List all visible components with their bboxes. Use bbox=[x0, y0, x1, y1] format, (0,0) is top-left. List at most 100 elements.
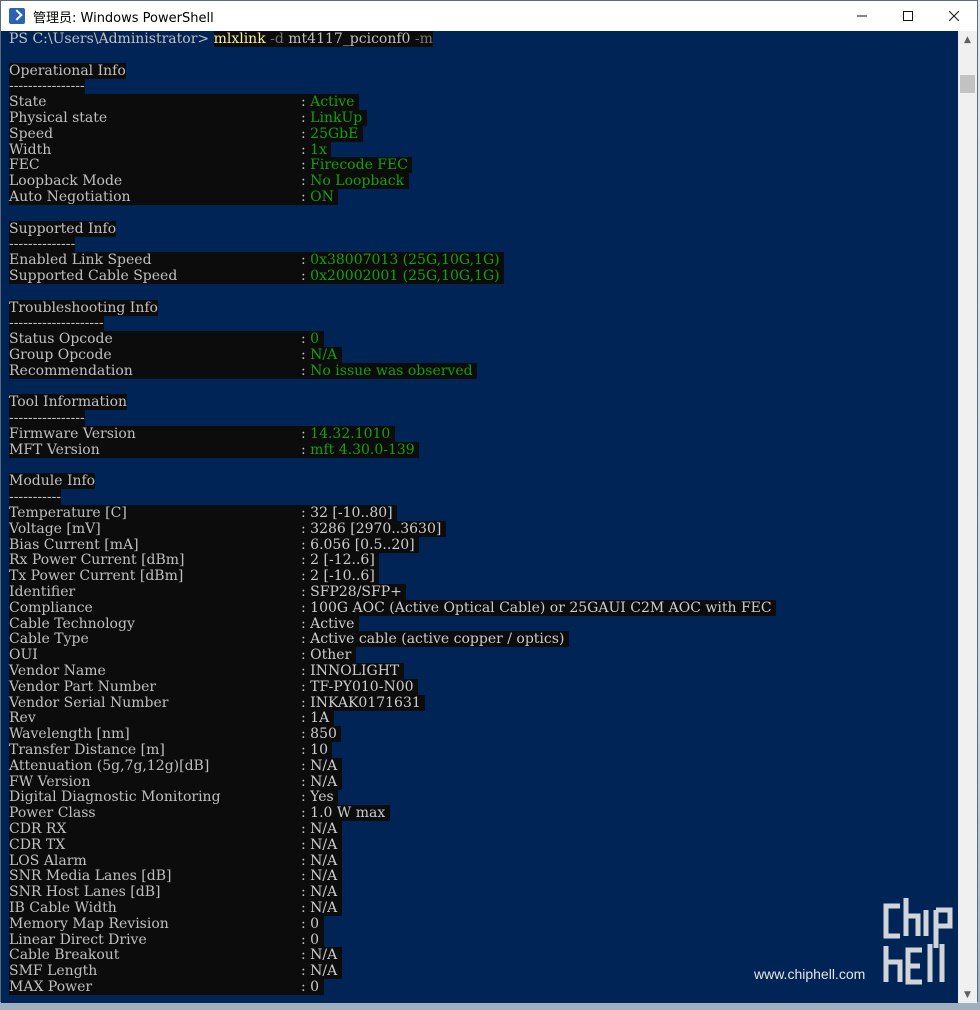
info-row: Status Opcode: 0 bbox=[9, 331, 324, 347]
info-separator: : bbox=[301, 663, 311, 679]
info-label: CDR RX bbox=[9, 821, 301, 837]
info-label: OUI bbox=[9, 647, 301, 663]
info-label: FW Version bbox=[9, 774, 301, 790]
scroll-down-icon[interactable]: ▼ bbox=[958, 986, 977, 1003]
info-label: Transfer Distance [m] bbox=[9, 742, 301, 758]
maximize-button[interactable] bbox=[885, 1, 931, 31]
info-value: N/A bbox=[310, 758, 342, 774]
section-title-supported: Supported Info bbox=[9, 221, 117, 237]
info-row: Cable Breakout: N/A bbox=[9, 947, 342, 963]
info-row: Enabled Link Speed: 0x38007013 (25G,10G,… bbox=[9, 252, 505, 268]
minimize-icon bbox=[857, 15, 867, 17]
info-value: 25GbE bbox=[310, 126, 363, 142]
close-button[interactable] bbox=[931, 1, 977, 31]
info-row: FW Version: N/A bbox=[9, 774, 342, 790]
info-row: Tx Power Current [dBm]: 2 [-10..6] bbox=[9, 568, 380, 584]
info-label: Firmware Version bbox=[9, 426, 301, 442]
info-value: 14.32.1010 bbox=[310, 426, 395, 442]
info-value: 1A bbox=[310, 710, 334, 726]
info-separator: : bbox=[301, 742, 311, 758]
info-label: Vendor Serial Number bbox=[9, 695, 301, 711]
info-value: 3286 [2970..3630] bbox=[310, 521, 446, 537]
info-label: Attenuation (5g,7g,12g)[dB] bbox=[9, 758, 301, 774]
info-row: Group Opcode: N/A bbox=[9, 347, 342, 363]
info-value: 0 bbox=[310, 916, 324, 932]
info-row: Vendor Name: INNOLIGHT bbox=[9, 663, 404, 679]
info-label: Power Class bbox=[9, 805, 301, 821]
info-value: 100G AOC (Active Optical Cable) or 25GAU… bbox=[310, 600, 777, 616]
info-value: Active bbox=[310, 616, 359, 632]
command-arg-device: mt4117_pciconf0 bbox=[288, 31, 411, 47]
info-row: Cable Technology: Active bbox=[9, 616, 359, 632]
section-underline-tool: ---------------- bbox=[9, 410, 85, 426]
info-value: 1.0 W max bbox=[310, 805, 390, 821]
console-output[interactable]: PS C:\Users\Administrator> mlxlink -d mt… bbox=[1, 31, 958, 1003]
info-value: Firecode FEC bbox=[310, 157, 413, 173]
close-icon bbox=[949, 11, 959, 21]
section-title: Module Info bbox=[9, 473, 96, 489]
info-value: 2 [-12..6] bbox=[310, 552, 380, 568]
info-label: Group Opcode bbox=[9, 347, 301, 363]
info-value: N/A bbox=[310, 947, 342, 963]
info-row: SNR Host Lanes [dB]: N/A bbox=[9, 884, 342, 900]
section-title-module: Module Info bbox=[9, 473, 96, 489]
info-label: Rx Power Current [dBm] bbox=[9, 552, 301, 568]
info-label: Vendor Part Number bbox=[9, 679, 301, 695]
powershell-icon bbox=[9, 8, 25, 24]
info-row: Rev: 1A bbox=[9, 710, 334, 726]
info-separator: : bbox=[301, 837, 311, 853]
watermark-site: www.chiphell.com bbox=[754, 966, 866, 982]
scroll-up-icon[interactable]: ▲ bbox=[958, 31, 977, 48]
info-separator: : bbox=[301, 774, 311, 790]
vertical-scrollbar[interactable]: ▲ ▼ bbox=[958, 31, 977, 1003]
info-separator: : bbox=[301, 442, 311, 458]
info-separator: : bbox=[301, 584, 311, 600]
info-row: Memory Map Revision: 0 bbox=[9, 916, 324, 932]
info-row: CDR RX: N/A bbox=[9, 821, 342, 837]
info-label: Recommendation bbox=[9, 363, 301, 379]
info-label: IB Cable Width bbox=[9, 900, 301, 916]
info-row: SNR Media Lanes [dB]: N/A bbox=[9, 868, 342, 884]
info-separator: : bbox=[301, 252, 311, 268]
section-title: Operational Info bbox=[9, 63, 126, 79]
info-value: 0 bbox=[310, 979, 324, 995]
info-row: Speed: 25GbE bbox=[9, 126, 363, 142]
info-value: TF-PY010-N00 bbox=[310, 679, 418, 695]
info-label: LOS Alarm bbox=[9, 853, 301, 869]
info-label: Tx Power Current [dBm] bbox=[9, 568, 301, 584]
section-underline-module: ----------- bbox=[9, 489, 62, 505]
info-separator: : bbox=[301, 616, 311, 632]
info-label: SNR Host Lanes [dB] bbox=[9, 884, 301, 900]
info-row: Width: 1x bbox=[9, 142, 332, 158]
info-separator: : bbox=[301, 426, 311, 442]
info-separator: : bbox=[301, 805, 311, 821]
info-value: N/A bbox=[310, 868, 342, 884]
info-separator: : bbox=[301, 126, 311, 142]
info-value: ON bbox=[310, 189, 339, 205]
info-row: Power Class: 1.0 W max bbox=[9, 805, 390, 821]
section-underline: -------------- bbox=[9, 236, 76, 252]
info-separator: : bbox=[301, 916, 311, 932]
scrollbar-thumb[interactable] bbox=[960, 75, 975, 93]
info-label: Physical state bbox=[9, 110, 301, 126]
info-row: Temperature [C]: 32 [-10..80] bbox=[9, 505, 398, 521]
info-value: 2 [-10..6] bbox=[310, 568, 380, 584]
info-row: FEC: Firecode FEC bbox=[9, 157, 413, 173]
info-label: Cable Type bbox=[9, 631, 301, 647]
prompt-path: PS C:\Users\Administrator> bbox=[9, 31, 214, 47]
info-separator: : bbox=[301, 157, 311, 173]
minimize-button[interactable] bbox=[839, 1, 885, 31]
section-underline-troubleshooting: -------------------- bbox=[9, 315, 104, 331]
section-title: Tool Information bbox=[9, 394, 128, 410]
info-label: Linear Direct Drive bbox=[9, 932, 301, 948]
section-title: Troubleshooting Info bbox=[9, 300, 158, 316]
info-label: Bias Current [mA] bbox=[9, 537, 301, 553]
info-label: Memory Map Revision bbox=[9, 916, 301, 932]
info-separator: : bbox=[301, 142, 311, 158]
info-separator: : bbox=[301, 789, 311, 805]
info-label: Supported Cable Speed bbox=[9, 268, 301, 284]
info-separator: : bbox=[301, 173, 311, 189]
info-label: Cable Breakout bbox=[9, 947, 301, 963]
title-bar[interactable]: 管理员: Windows PowerShell bbox=[1, 1, 977, 31]
info-label: Identifier bbox=[9, 584, 301, 600]
